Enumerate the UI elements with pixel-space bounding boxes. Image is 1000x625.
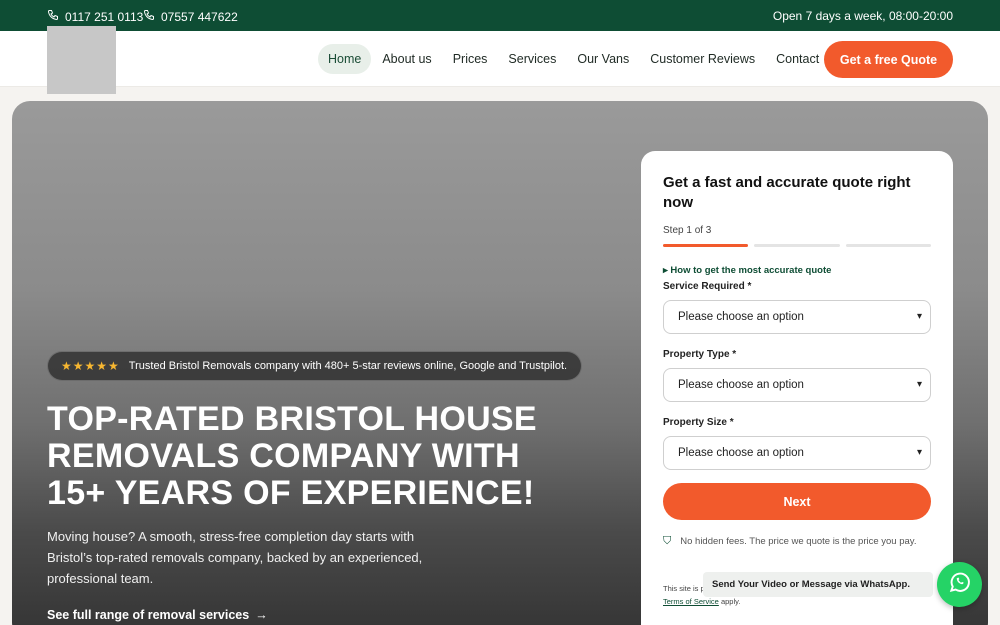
progress-segment xyxy=(663,244,749,247)
legal-prefix: This site is p xyxy=(663,584,705,593)
nav-contact[interactable]: Contact xyxy=(766,44,829,74)
whatsapp-icon xyxy=(947,569,973,600)
subtext-line: Moving house? A smooth, stress-free comp… xyxy=(47,529,415,544)
chevron-down-icon: ▾ xyxy=(916,379,922,390)
get-quote-button[interactable]: Get a free Quote xyxy=(824,41,953,78)
nav-customer-reviews[interactable]: Customer Reviews xyxy=(640,44,765,74)
phone-link-1[interactable]: 0117 251 0113 xyxy=(47,9,143,24)
service-required-select[interactable]: Please choose an option ▾ xyxy=(663,300,931,334)
subtext-line: Bristol’s top-rated removals company, ba… xyxy=(47,550,423,565)
progress-segment xyxy=(754,244,840,247)
no-hidden-fees-text: No hidden fees. The price we quote is th… xyxy=(680,536,917,547)
accurate-quote-disclosure-label: How to get the most accurate quote xyxy=(670,265,832,276)
property-type-label: Property Type * xyxy=(663,349,737,360)
step-indicator: Step 1 of 3 xyxy=(663,225,712,236)
nav-about-us[interactable]: About us xyxy=(372,44,441,74)
nav-prices[interactable]: Prices xyxy=(443,44,498,74)
service-required-label: Service Required * xyxy=(663,281,752,292)
shield-check-icon: ⛉ xyxy=(663,535,672,547)
quote-form-title: Get a fast and accurate quote right now xyxy=(663,174,911,211)
nav-services[interactable]: Services xyxy=(498,44,566,74)
site-logo[interactable] xyxy=(47,26,116,94)
arrow-right-icon: → xyxy=(255,608,268,622)
property-type-value: Please choose an option xyxy=(678,379,804,391)
site-header: Home About us Prices Services Our Vans C… xyxy=(0,31,1000,87)
opening-hours: Open 7 days a week, 08:00-20:00 xyxy=(772,9,953,23)
trust-badge: ★★★★★ Trusted Bristol Removals company w… xyxy=(47,351,582,381)
subtext-line: professional team. xyxy=(47,571,154,586)
no-hidden-fees-note: ⛉ No hidden fees. The price we quote is … xyxy=(663,534,933,549)
property-type-select[interactable]: Please choose an option ▾ xyxy=(663,368,931,402)
triangle-right-icon: ▸ xyxy=(663,265,668,276)
property-size-value: Please choose an option xyxy=(678,447,804,459)
quote-form-card: Get a fast and accurate quote right now … xyxy=(641,151,953,625)
progress-segment xyxy=(845,244,931,247)
star-rating-icon: ★★★★★ xyxy=(61,359,120,373)
trust-badge-text: Trusted Bristol Removals company with 48… xyxy=(128,360,568,372)
phone-icon xyxy=(47,9,59,24)
service-required-value: Please choose an option xyxy=(678,311,804,323)
hero-headline: TOP-RATED BRISTOL HOUSE REMOVALS COMPANY… xyxy=(47,401,567,512)
chevron-down-icon: ▾ xyxy=(916,447,922,458)
property-size-label: Property Size * xyxy=(663,417,734,428)
accurate-quote-disclosure[interactable]: ▸ How to get the most accurate quote xyxy=(663,265,831,276)
headline-line: 15+ YEARS OF EXPERIENCE! xyxy=(47,474,535,512)
phone-number-2: 07557 447622 xyxy=(161,9,238,24)
hero-subtext: Moving house? A smooth, stress-free comp… xyxy=(47,526,447,589)
chevron-down-icon: ▾ xyxy=(916,311,922,322)
property-size-select[interactable]: Please choose an option ▾ xyxy=(663,436,931,470)
top-bar: 0117 251 0113 07557 447622 Open 7 days a… xyxy=(0,0,1000,31)
whatsapp-button[interactable] xyxy=(937,562,982,607)
nav-home[interactable]: Home xyxy=(318,44,372,74)
nav-our-vans[interactable]: Our Vans xyxy=(567,44,639,74)
legal-suffix: apply. xyxy=(718,597,741,606)
services-link[interactable]: See full range of removal services → xyxy=(47,608,268,622)
next-button[interactable]: Next xyxy=(663,483,931,520)
phone-number-1: 0117 251 0113 xyxy=(65,9,144,24)
phone-icon xyxy=(143,9,155,24)
phone-link-2[interactable]: 07557 447622 xyxy=(143,9,238,24)
main-nav: Home About us Prices Services Our Vans C… xyxy=(318,44,830,74)
whatsapp-tooltip: Send Your Video or Message via WhatsApp. xyxy=(703,572,933,597)
headline-line: TOP-RATED BRISTOL HOUSE xyxy=(47,400,537,438)
terms-of-service-link[interactable]: Terms of Service xyxy=(663,597,719,606)
services-link-label: See full range of removal services xyxy=(47,608,250,622)
step-progress-bar xyxy=(663,244,931,247)
headline-line: REMOVALS COMPANY WITH xyxy=(47,437,520,475)
